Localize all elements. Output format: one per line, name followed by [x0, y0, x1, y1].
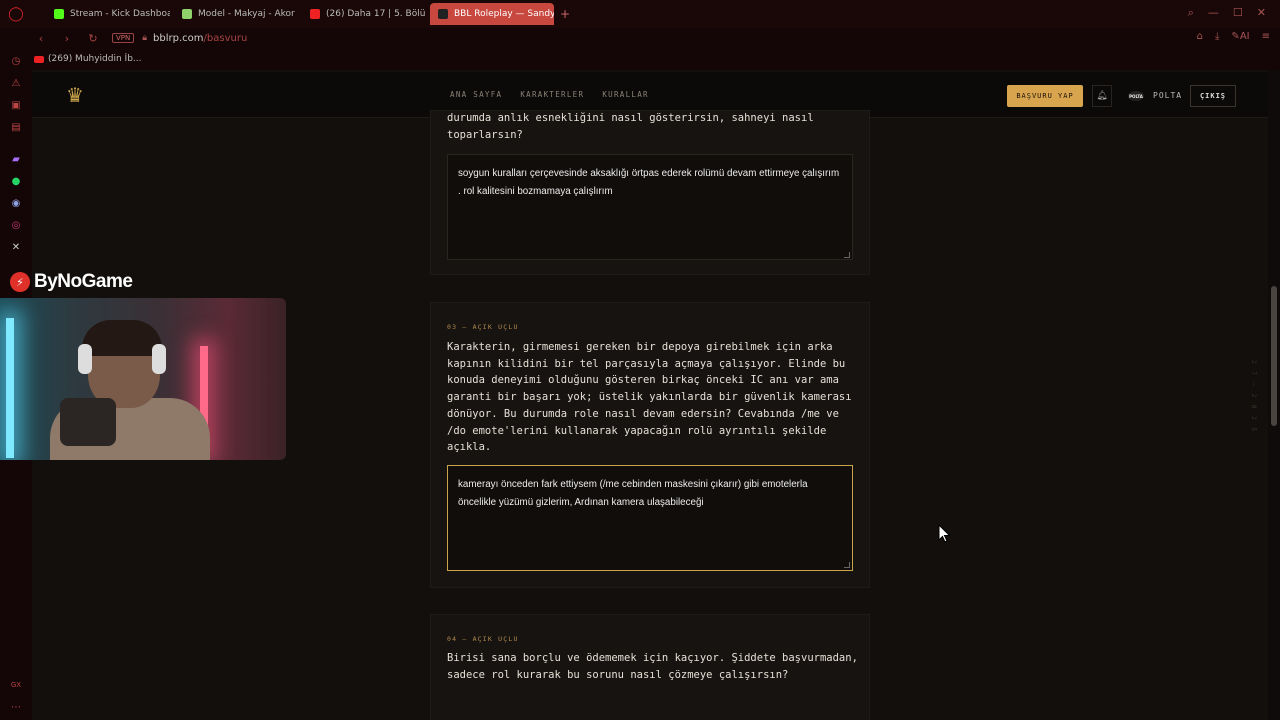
question-label: 03 — AÇIK UÇLU: [447, 323, 519, 331]
streamer-hair: [82, 320, 162, 356]
tab-label: Model - Makyaj - Akor (Ko: [198, 9, 298, 19]
tab-label: (26) Daha 17 | 5. Bölüm - Y: [326, 9, 426, 19]
youtube-icon: [34, 55, 44, 63]
question-label: 04 — AÇIK UÇLU: [447, 635, 519, 643]
player-icon[interactable]: ▣: [9, 98, 23, 112]
nav-home[interactable]: ANA SAYFA: [450, 90, 502, 99]
menu-icon[interactable]: ≡: [1262, 31, 1270, 42]
lock-icon[interactable]: 🔒︎: [142, 33, 147, 43]
back-icon[interactable]: ‹: [32, 32, 50, 45]
bookmarks-bar: (269) Muhyiddin İb...: [0, 48, 1280, 70]
browser-tab-bar: ◯ Stream - Kick Dashboard Model - Makyaj…: [0, 0, 1280, 28]
gx-corner-icon[interactable]: GX: [9, 678, 23, 692]
tab-label: Stream - Kick Dashboard: [70, 9, 170, 19]
question-card: 03 — AÇIK UÇLU Karakterin, girmemesi ger…: [430, 302, 870, 588]
logout-button[interactable]: ÇIKIŞ: [1190, 85, 1236, 107]
nav-characters[interactable]: KARAKTERLER: [520, 90, 584, 99]
history-icon[interactable]: ◷: [9, 54, 23, 68]
reload-icon[interactable]: ↻: [84, 32, 102, 45]
vertical-note: 2 7 — 2 0 2 5: [1250, 360, 1257, 433]
url-field[interactable]: bblrp.com/basvuru: [153, 33, 247, 44]
opera-menu-icon[interactable]: ◯: [0, 0, 32, 28]
site-nav: ANA SAYFA KARAKTERLER KURALLAR: [450, 90, 649, 99]
site-logo-icon[interactable]: ♛: [62, 82, 88, 108]
bookmark-item[interactable]: (269) Muhyiddin İb...: [34, 54, 142, 64]
browser-tab[interactable]: (26) Daha 17 | 5. Bölüm - Y: [302, 3, 426, 25]
window-controls: ⌕ — ☐ ✕: [1188, 6, 1266, 20]
question-text: durumda anlık esnekliğini nasıl gösterir…: [447, 112, 814, 141]
bynogame-brand: ByNoGame: [34, 271, 133, 292]
address-bar: ‹ › ↻ VPN 🔒︎ bblrp.com/basvuru ⌂ ⤓ ✎AI ≡: [0, 28, 1280, 48]
bynogame-overlay: ⚡ ByNoGame: [10, 268, 133, 296]
resize-handle[interactable]: [844, 252, 850, 258]
bookmark-label: (269) Muhyiddin İb...: [48, 54, 142, 64]
microphone-icon: [60, 398, 116, 446]
download-icon[interactable]: ⤓: [1215, 31, 1219, 42]
headphones-icon: [78, 344, 92, 374]
answer-textarea[interactable]: soygun kuralları çerçevesinde aksaklığı …: [447, 154, 853, 260]
youtube-icon: [310, 9, 320, 19]
nav-rules[interactable]: KURALLAR: [602, 90, 649, 99]
close-icon[interactable]: ✕: [1257, 6, 1266, 20]
apply-button[interactable]: BAŞVURU YAP: [1007, 85, 1083, 107]
question-text: Birisi sana borçlu ve ödememek için kaçı…: [447, 652, 858, 681]
messenger-icon[interactable]: ▤: [9, 120, 23, 134]
vpn-badge[interactable]: VPN: [112, 33, 135, 43]
url-path: /basvuru: [203, 32, 248, 44]
maximize-icon[interactable]: ☐: [1233, 6, 1243, 20]
whatsapp-icon[interactable]: ●: [9, 174, 23, 188]
twitch-icon[interactable]: ▰: [9, 152, 23, 166]
discord-icon[interactable]: ◉: [9, 196, 23, 210]
browser-tab[interactable]: Stream - Kick Dashboard: [46, 3, 170, 25]
minimize-icon[interactable]: —: [1208, 6, 1219, 20]
led-light: [6, 318, 14, 458]
browser-tab-active[interactable]: BBL Roleplay — Sandy Sho: [430, 3, 554, 25]
search-icon[interactable]: ⌕: [1188, 6, 1194, 20]
new-tab-button[interactable]: +: [560, 7, 570, 21]
wallet-icon[interactable]: ⌂: [1197, 31, 1203, 42]
question-text: Karakterin, girmemesi gereken bir depoya…: [447, 341, 852, 454]
tab-favicon-icon: [438, 9, 448, 19]
mouse-cursor-icon: [938, 524, 951, 543]
resize-handle[interactable]: [844, 562, 850, 568]
headphones-icon: [152, 344, 166, 374]
avatar[interactable]: POLTA: [1128, 91, 1144, 101]
question-card: 04 — AÇIK UÇLU Birisi sana borçlu ve öde…: [430, 614, 870, 720]
question-card: durumda anlık esnekliğini nasıl gösterir…: [430, 110, 870, 275]
page-scrollbar[interactable]: [1268, 70, 1280, 720]
bynogame-logo-icon: ⚡: [10, 272, 30, 292]
more-icon[interactable]: ⋯: [9, 700, 23, 714]
kick-icon: [54, 9, 64, 19]
ai-button[interactable]: ✎AI: [1231, 31, 1249, 42]
instagram-icon[interactable]: ◎: [9, 218, 23, 232]
user-name[interactable]: POLTA: [1153, 91, 1182, 100]
notification-bell-icon[interactable]: 🔔︎: [1092, 85, 1112, 107]
aria-icon[interactable]: ⚠: [9, 76, 23, 90]
answer-textarea[interactable]: kamerayı önceden fark ettiysem (/me cebi…: [447, 465, 853, 571]
browser-tab[interactable]: Model - Makyaj - Akor (Ko: [174, 3, 298, 25]
url-host: bblrp.com: [153, 32, 204, 44]
forward-icon[interactable]: ›: [58, 32, 76, 45]
webcam-overlay: [0, 298, 286, 460]
address-bar-actions: ⌂ ⤓ ✎AI ≡: [1197, 31, 1270, 42]
ai-label: AI: [1239, 31, 1250, 42]
tab-favicon-icon: [182, 9, 192, 19]
x-twitter-icon[interactable]: ✕: [9, 240, 23, 254]
scroll-thumb[interactable]: [1271, 286, 1277, 426]
tab-label: BBL Roleplay — Sandy Sho: [454, 9, 554, 19]
